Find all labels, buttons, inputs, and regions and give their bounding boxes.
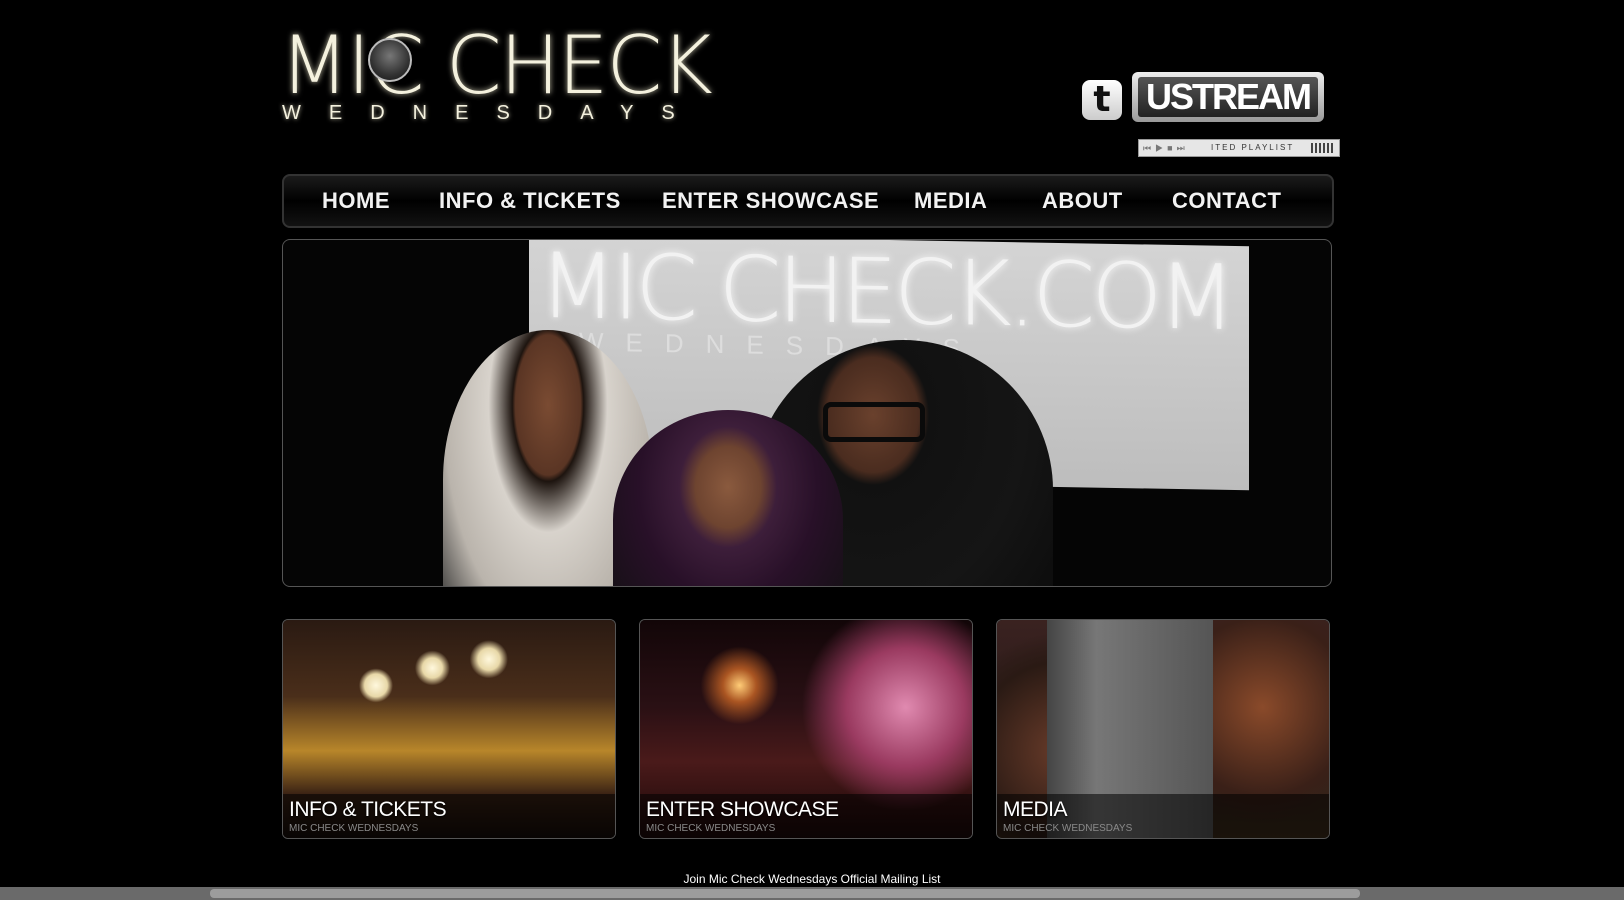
nav-contact[interactable]: CONTACT xyxy=(1172,176,1281,226)
music-player[interactable]: ⏮▶■⏭ ITED PLAYLIST xyxy=(1138,139,1340,157)
tile-info-tickets[interactable]: INFO & TICKETS MIC CHECK WEDNESDAYS xyxy=(282,619,616,839)
nav-media[interactable]: MEDIA xyxy=(914,176,987,226)
player-label: ITED PLAYLIST xyxy=(1211,143,1295,152)
scrollbar-thumb[interactable] xyxy=(210,889,1360,898)
microphone-icon xyxy=(368,38,412,82)
tile-enter-showcase[interactable]: ENTER SHOWCASE MIC CHECK WEDNESDAYS xyxy=(639,619,973,839)
logo-subtitle: WEDNESDAYS xyxy=(282,102,703,124)
horizontal-scrollbar[interactable] xyxy=(0,887,1624,900)
ustream-button[interactable]: USTREAM xyxy=(1132,72,1324,122)
nav-enter-showcase[interactable]: ENTER SHOWCASE xyxy=(662,176,879,226)
nav-about[interactable]: ABOUT xyxy=(1042,176,1123,226)
logo-title: MIC CHECK xyxy=(280,19,713,112)
glasses-shape xyxy=(823,402,925,442)
main-nav: HOME INFO & TICKETS ENTER SHOWCASE MEDIA… xyxy=(282,174,1334,228)
nav-home[interactable]: HOME xyxy=(322,176,390,226)
tile-title: ENTER SHOWCASE xyxy=(646,798,839,821)
ustream-label: USTREAM xyxy=(1138,77,1318,117)
volume-icon[interactable] xyxy=(1311,143,1333,153)
nav-info-tickets[interactable]: INFO & TICKETS xyxy=(439,176,621,226)
tile-subtitle: MIC CHECK WEDNESDAYS xyxy=(1003,823,1133,834)
tile-subtitle: MIC CHECK WEDNESDAYS xyxy=(289,823,419,834)
mailing-list-link[interactable]: Join Mic Check Wednesdays Official Maili… xyxy=(0,872,1624,886)
tile-title: INFO & TICKETS xyxy=(289,798,447,821)
site-logo[interactable]: MIC CHECK WEDNESDAYS xyxy=(280,26,713,126)
tile-title: MEDIA xyxy=(1003,798,1068,821)
tile-media[interactable]: MEDIA MIC CHECK WEDNESDAYS xyxy=(996,619,1330,839)
twitter-icon[interactable]: t xyxy=(1082,80,1122,120)
player-controls[interactable]: ⏮▶■⏭ xyxy=(1143,140,1189,156)
tile-subtitle: MIC CHECK WEDNESDAYS xyxy=(646,823,776,834)
hero-banner: MIC CHECK.COM WEDNESDAYS xyxy=(282,239,1332,587)
